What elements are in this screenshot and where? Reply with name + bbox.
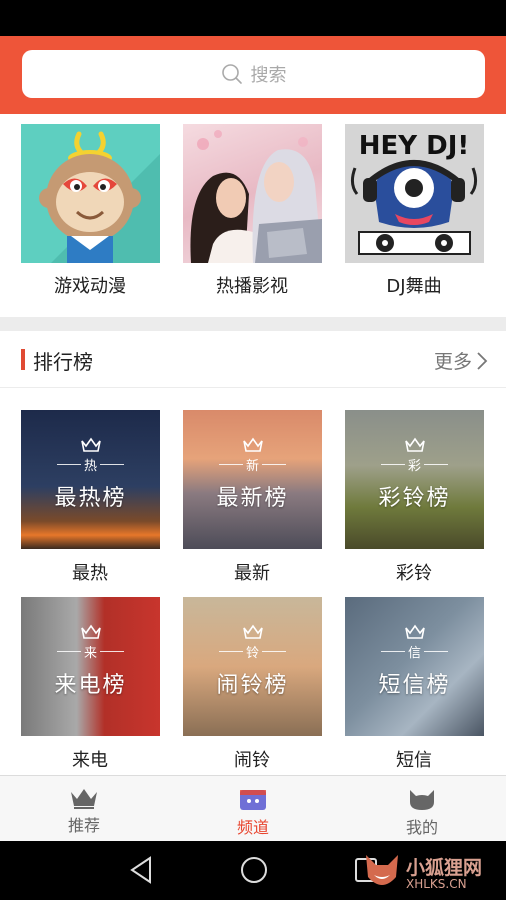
crown-icon — [71, 789, 97, 809]
crown-icon — [80, 437, 101, 452]
channel-label-dj-music: DJ舞曲 — [386, 276, 442, 297]
rank-tile-newest[interactable]: 新 最新榜 — [183, 410, 322, 549]
search-icon — [221, 64, 242, 84]
rank-mini-label: 热 — [83, 459, 97, 474]
rank-tile-ringback[interactable]: 彩 彩铃榜 — [345, 410, 484, 549]
chevron-right-icon — [477, 351, 488, 370]
rank-caption-hottest: 最热 — [72, 563, 108, 584]
crown-icon — [242, 624, 263, 639]
channel-tile-dj-music[interactable]: HEY DJ! — [345, 124, 484, 263]
crown-icon — [404, 624, 425, 639]
ranking-title: 排行榜 — [33, 350, 93, 374]
tab-mine[interactable]: 我的 — [362, 776, 482, 842]
rank-mini-label: 信 — [407, 646, 421, 661]
tab-channels-label: 频道 — [236, 818, 269, 837]
rank-caption-alarm: 闹铃 — [234, 750, 270, 771]
watermark-line2: XHLKS.CN — [406, 877, 467, 891]
home-icon[interactable] — [239, 855, 269, 885]
fox-logo-icon — [366, 855, 398, 885]
system-nav-bar: 小狐狸网 XHLKS.CN — [0, 841, 506, 900]
section-accent-bar — [21, 349, 25, 370]
tab-channels[interactable]: 频道 — [193, 776, 313, 842]
status-bar — [0, 0, 506, 36]
channel-tile-games-anime[interactable] — [21, 124, 160, 263]
rank-caption-incoming-call: 来电 — [72, 750, 108, 771]
crown-icon — [242, 437, 263, 452]
rank-caption-sms: 短信 — [396, 750, 432, 771]
channel-label-games-anime: 游戏动漫 — [54, 276, 126, 297]
bottom-nav: 推荐 频道 我的 — [0, 775, 506, 841]
tv-icon — [240, 790, 266, 810]
more-label: 更多 — [433, 351, 472, 373]
rank-tile-alarm[interactable]: 铃 闹铃榜 — [183, 597, 322, 736]
more-link[interactable]: 更多 — [434, 347, 488, 374]
search-header: 搜索 — [0, 36, 506, 114]
section-divider — [0, 317, 506, 331]
rank-title-label: 短信榜 — [378, 673, 451, 698]
tab-recommend-label: 推荐 — [67, 816, 100, 835]
rank-caption-newest: 最新 — [234, 563, 270, 584]
watermark: 小狐狸网 XHLKS.CN — [362, 847, 506, 897]
rank-title-label: 来电榜 — [54, 673, 127, 698]
drama-couple-photo — [190, 130, 322, 263]
rank-tile-hottest[interactable]: 热 最热榜 — [21, 410, 160, 549]
rank-title-label: 最热榜 — [54, 486, 127, 511]
rank-mini-label: 铃 — [245, 646, 259, 661]
rank-mini-label: 来 — [83, 646, 97, 661]
rank-mini-label: 彩 — [407, 459, 421, 474]
crown-icon — [80, 624, 101, 639]
crown-icon — [404, 437, 425, 452]
back-icon[interactable] — [128, 855, 154, 885]
rank-tile-incoming-call[interactable]: 来 来电榜 — [21, 597, 160, 736]
rank-mini-label: 新 — [245, 459, 259, 474]
search-input[interactable]: 搜索 — [22, 50, 485, 98]
search-placeholder: 搜索 — [250, 65, 287, 86]
rank-title-label: 最新榜 — [216, 486, 289, 511]
tab-mine-label: 我的 — [405, 818, 438, 837]
watermark-line1: 小狐狸网 — [406, 857, 483, 879]
hey-dj-monster: HEY DJ! — [350, 131, 478, 255]
channel-label-hot-dramas: 热播影视 — [216, 276, 288, 297]
tab-recommend[interactable]: 推荐 — [24, 776, 144, 842]
cat-icon — [410, 790, 434, 810]
svg-text:HEY DJ!: HEY DJ! — [359, 131, 470, 161]
rank-caption-ringback: 彩铃 — [396, 563, 432, 584]
channel-section: 游戏动漫 热播影视 HEY DJ! DJ舞曲 — [0, 114, 506, 317]
rank-title-label: 闹铃榜 — [216, 673, 289, 698]
channel-tile-hot-dramas[interactable] — [183, 124, 322, 263]
monkey-king-mascot — [39, 131, 160, 263]
rank-tile-sms[interactable]: 信 短信榜 — [345, 597, 484, 736]
ranking-header: 排行榜 更多 — [0, 331, 506, 388]
rank-title-label: 彩铃榜 — [378, 486, 451, 511]
